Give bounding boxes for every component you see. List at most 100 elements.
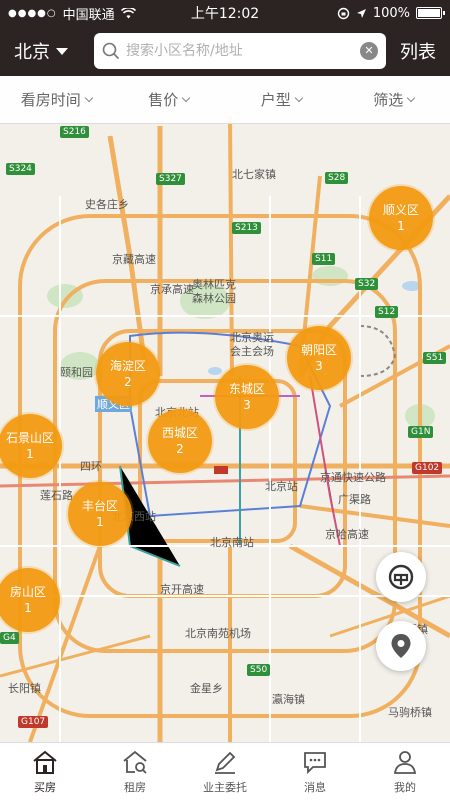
road-badge: S28 xyxy=(325,172,349,184)
road-badge: G1N xyxy=(408,426,434,438)
map-label: 京通快速公路 xyxy=(320,471,386,484)
chevron-down-icon xyxy=(294,93,303,103)
map-label: 京承高速 xyxy=(150,283,194,296)
map-label: 北京南苑机场 xyxy=(185,627,251,640)
filter-viewing-time[interactable]: 看房时间 xyxy=(0,89,113,110)
district-cluster-haidian[interactable]: 海淀区 2 xyxy=(96,342,160,406)
tab-label: 消息 xyxy=(304,781,326,794)
caret-down-icon xyxy=(56,47,68,55)
road-badge: S327 xyxy=(156,173,185,185)
city-label: 北京 xyxy=(14,42,50,63)
road-badge: S213 xyxy=(232,222,261,234)
subway-icon xyxy=(388,564,414,590)
tab-buy[interactable]: 买房 xyxy=(0,743,90,800)
cluster-count: 1 xyxy=(397,219,405,233)
road-badge: S51 xyxy=(423,352,447,364)
chevron-down-icon xyxy=(84,93,93,103)
list-button[interactable]: 列表 xyxy=(400,38,436,64)
tab-label: 买房 xyxy=(34,781,56,794)
filter-label: 看房时间 xyxy=(20,91,81,109)
tab-label: 租房 xyxy=(124,781,146,794)
filter-label: 户型 xyxy=(260,91,291,109)
tab-messages[interactable]: 消息 xyxy=(270,743,360,800)
rotation-lock-icon xyxy=(337,7,350,19)
cluster-count: 3 xyxy=(243,398,251,412)
house-icon xyxy=(33,750,57,774)
tab-label: 业主委托 xyxy=(203,781,247,794)
signal-dots: ●●●●○ xyxy=(8,7,57,19)
road-badge: G4 xyxy=(0,632,19,644)
district-cluster-chaoyang[interactable]: 朝阳区 3 xyxy=(287,326,351,390)
cluster-count: 1 xyxy=(26,447,34,461)
map-label: 马驹桥镇 xyxy=(388,706,432,719)
map-label: 颐和园 xyxy=(60,366,93,379)
battery-icon xyxy=(416,7,446,19)
district-cluster-fengtai[interactable]: 丰台区 1 xyxy=(68,482,132,546)
clear-icon[interactable]: ✕ xyxy=(360,42,378,60)
cluster-count: 1 xyxy=(96,515,104,529)
map-label: 京开高速 xyxy=(160,583,204,596)
map-label: 长阳镇 xyxy=(8,682,41,695)
cluster-name: 丰台区 xyxy=(81,499,118,513)
cluster-count: 2 xyxy=(176,442,184,456)
road-badge: S11 xyxy=(312,253,336,265)
road-badge: S12 xyxy=(375,306,399,318)
map-label: 北京奥运 会主会场 xyxy=(230,331,274,358)
search-input[interactable] xyxy=(126,43,360,59)
status-time: 上午12:02 xyxy=(190,6,260,22)
tab-profile[interactable]: 我的 xyxy=(360,743,450,800)
map-label: 莲石路 xyxy=(40,489,73,502)
map-label: 北京南站 xyxy=(210,536,254,549)
locate-me-button[interactable] xyxy=(376,621,426,671)
chevron-down-icon xyxy=(182,93,191,103)
filter-bar: 看房时间 售价 户型 筛选 xyxy=(0,76,450,124)
chevron-down-icon xyxy=(407,93,416,103)
wifi-icon xyxy=(120,7,136,18)
district-cluster-xicheng[interactable]: 西城区 2 xyxy=(148,409,212,473)
road-badge: S50 xyxy=(247,664,271,676)
cluster-name: 房山区 xyxy=(9,585,46,599)
map-label: 史各庄乡 xyxy=(85,198,129,211)
map-label: 广渠路 xyxy=(338,493,371,506)
tab-owner-entrust[interactable]: 业主委托 xyxy=(180,743,270,800)
road-badge: S32 xyxy=(355,278,379,290)
district-cluster-dongcheng[interactable]: 东城区 3 xyxy=(215,365,279,429)
cluster-count: 2 xyxy=(124,375,132,389)
location-pin-icon xyxy=(391,634,411,658)
map-label: 京哈高速 xyxy=(325,528,369,541)
map-label: 京藏高速 xyxy=(112,253,156,266)
map-label: 瀛海镇 xyxy=(272,693,305,706)
cluster-count: 3 xyxy=(315,359,323,373)
district-cluster-shijingshan[interactable]: 石景山区 1 xyxy=(0,414,62,478)
road-badge: G107 xyxy=(18,716,49,728)
cluster-name: 海淀区 xyxy=(109,359,146,373)
district-cluster-shunyi[interactable]: 顺义区 1 xyxy=(369,186,433,250)
city-selector[interactable]: 北京 xyxy=(14,38,94,64)
map-label: 奥林匹克 森林公园 xyxy=(192,278,236,305)
location-arrow-icon xyxy=(356,8,366,18)
cluster-name: 东城区 xyxy=(228,382,265,396)
message-icon xyxy=(304,752,326,775)
status-bar: ●●●●○ 中国联通 上午12:02 100% xyxy=(0,0,450,26)
tab-rent[interactable]: 租房 xyxy=(90,743,180,800)
nav-bar: 北京 ✕ 列表 xyxy=(0,26,450,76)
search-icon xyxy=(102,42,120,60)
map-label: 北七家镇 xyxy=(232,168,276,181)
user-icon xyxy=(393,751,417,774)
cluster-name: 西城区 xyxy=(161,426,198,440)
battery-percent: 100% xyxy=(372,5,411,21)
road-badge: S216 xyxy=(60,126,89,138)
map-view[interactable]: S216 S324 S327 S213 S28 S11 S32 S12 S51 … xyxy=(0,76,450,742)
filter-label: 筛选 xyxy=(373,91,404,109)
filter-price[interactable]: 售价 xyxy=(113,89,226,110)
map-label: 四环 xyxy=(80,460,102,473)
filter-layout[interactable]: 户型 xyxy=(225,89,338,110)
cluster-name: 石景山区 xyxy=(5,431,54,445)
road-badge: S324 xyxy=(6,163,35,175)
subway-toggle-button[interactable] xyxy=(376,552,426,602)
filter-more[interactable]: 筛选 xyxy=(338,89,450,110)
road-badge: G102 xyxy=(412,462,443,474)
map-label: 北京站 xyxy=(265,480,298,493)
search-box[interactable]: ✕ xyxy=(94,33,386,69)
rent-search-icon xyxy=(123,750,147,774)
